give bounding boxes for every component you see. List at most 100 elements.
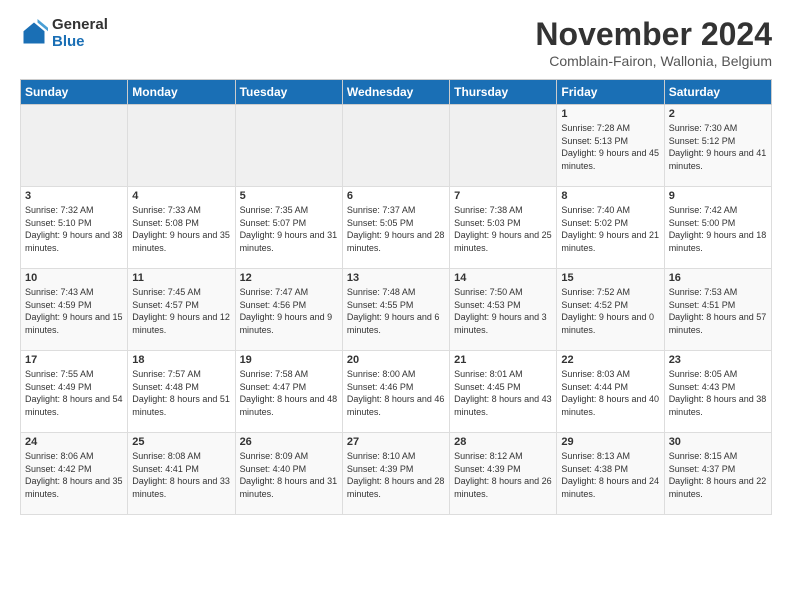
calendar-cell: 9 Sunrise: 7:42 AM Sunset: 5:00 PM Daylig… — [664, 187, 771, 269]
day-number: 17 — [25, 354, 123, 366]
calendar-cell: 8 Sunrise: 7:40 AM Sunset: 5:02 PM Daylig… — [557, 187, 664, 269]
day-info: Sunrise: 7:42 AM Sunset: 5:00 PM Dayligh… — [669, 204, 767, 254]
calendar-cell: 28 Sunrise: 8:12 AM Sunset: 4:39 PM Dayli… — [450, 433, 557, 515]
day-info: Sunrise: 7:50 AM Sunset: 4:53 PM Dayligh… — [454, 286, 552, 336]
calendar-cell: 19Sunrise: 7:58 AM Sunset: 4:47 PM Dayli… — [235, 351, 342, 433]
day-number: 21 — [454, 354, 552, 366]
day-info: Sunrise: 8:08 AM Sunset: 4:41 PM Dayligh… — [132, 450, 230, 500]
calendar-cell: 12 Sunrise: 7:47 AM Sunset: 4:56 PM Dayli… — [235, 269, 342, 351]
day-number: 26 — [240, 436, 338, 448]
day-info: Sunrise: 8:09 AM Sunset: 4:40 PM Dayligh… — [240, 450, 338, 500]
day-number: 8 — [561, 190, 659, 202]
calendar-cell: 16 Sunrise: 7:53 AM Sunset: 4:51 PM Dayli… — [664, 269, 771, 351]
day-info: Sunrise: 7:33 AM Sunset: 5:08 PM Dayligh… — [132, 204, 230, 254]
calendar-cell — [450, 105, 557, 187]
day-number: 1 — [561, 108, 659, 120]
day-number: 16 — [669, 272, 767, 284]
day-number: 9 — [669, 190, 767, 202]
calendar-cell: 3 Sunrise: 7:32 AM Sunset: 5:10 PM Daylig… — [21, 187, 128, 269]
calendar-cell: 24 Sunrise: 8:06 AM Sunset: 4:42 PM Dayli… — [21, 433, 128, 515]
day-number: 13 — [347, 272, 445, 284]
calendar-cell: 5 Sunrise: 7:35 AM Sunset: 5:07 PM Daylig… — [235, 187, 342, 269]
col-wednesday: Wednesday — [342, 80, 449, 105]
calendar-cell: 2 Sunrise: 7:30 AM Sunset: 5:12 PM Daylig… — [664, 105, 771, 187]
day-number: 7 — [454, 190, 552, 202]
day-info: Sunrise: 7:47 AM Sunset: 4:56 PM Dayligh… — [240, 286, 338, 336]
day-info: Sunrise: 7:28 AM Sunset: 5:13 PM Dayligh… — [561, 122, 659, 172]
col-saturday: Saturday — [664, 80, 771, 105]
calendar-header-row: Sunday Monday Tuesday Wednesday Thursday… — [21, 80, 772, 105]
day-number: 18 — [132, 354, 230, 366]
day-info: Sunrise: 8:06 AM Sunset: 4:42 PM Dayligh… — [25, 450, 123, 500]
day-number: 3 — [25, 190, 123, 202]
calendar-cell: 26 Sunrise: 8:09 AM Sunset: 4:40 PM Dayli… — [235, 433, 342, 515]
day-number: 2 — [669, 108, 767, 120]
calendar-cell: 10 Sunrise: 7:43 AM Sunset: 4:59 PM Dayli… — [21, 269, 128, 351]
day-info: Sunrise: 7:32 AM Sunset: 5:10 PM Dayligh… — [25, 204, 123, 254]
calendar-week-row: 3 Sunrise: 7:32 AM Sunset: 5:10 PM Daylig… — [21, 187, 772, 269]
day-number: 12 — [240, 272, 338, 284]
day-info: Sunrise: 7:48 AM Sunset: 4:55 PM Dayligh… — [347, 286, 445, 336]
col-thursday: Thursday — [450, 80, 557, 105]
day-info: Sunrise: 7:57 AM Sunset: 4:48 PM Dayligh… — [132, 368, 230, 418]
header: General Blue November 2024 Comblain-Fair… — [20, 16, 772, 69]
day-info: Sunrise: 8:15 AM Sunset: 4:37 PM Dayligh… — [669, 450, 767, 500]
calendar-cell: 15 Sunrise: 7:52 AM Sunset: 4:52 PM Dayli… — [557, 269, 664, 351]
day-number: 10 — [25, 272, 123, 284]
day-info: Sunrise: 8:12 AM Sunset: 4:39 PM Dayligh… — [454, 450, 552, 500]
day-number: 11 — [132, 272, 230, 284]
day-info: Sunrise: 8:00 AM Sunset: 4:46 PM Dayligh… — [347, 368, 445, 418]
day-info: Sunrise: 7:43 AM Sunset: 4:59 PM Dayligh… — [25, 286, 123, 336]
calendar-cell: 18 Sunrise: 7:57 AM Sunset: 4:48 PM Dayli… — [128, 351, 235, 433]
day-info: Sunrise: 7:53 AM Sunset: 4:51 PM Dayligh… — [669, 286, 767, 336]
day-number: 15 — [561, 272, 659, 284]
day-number: 29 — [561, 436, 659, 448]
calendar-cell: 11 Sunrise: 7:45 AM Sunset: 4:57 PM Dayli… — [128, 269, 235, 351]
day-number: 30 — [669, 436, 767, 448]
calendar-cell: 23Sunrise: 8:05 AM Sunset: 4:43 PM Dayli… — [664, 351, 771, 433]
day-info: Sunrise: 7:30 AM Sunset: 5:12 PM Dayligh… — [669, 122, 767, 172]
day-info: Sunrise: 8:01 AM Sunset: 4:45 PM Dayligh… — [454, 368, 552, 418]
col-tuesday: Tuesday — [235, 80, 342, 105]
calendar-week-row: 24 Sunrise: 8:06 AM Sunset: 4:42 PM Dayli… — [21, 433, 772, 515]
day-info: Sunrise: 7:55 AM Sunset: 4:49 PM Dayligh… — [25, 368, 123, 418]
calendar-cell: 14Sunrise: 7:50 AM Sunset: 4:53 PM Dayli… — [450, 269, 557, 351]
calendar-week-row: 10 Sunrise: 7:43 AM Sunset: 4:59 PM Dayli… — [21, 269, 772, 351]
day-info: Sunrise: 7:45 AM Sunset: 4:57 PM Dayligh… — [132, 286, 230, 336]
calendar-cell: 6Sunrise: 7:37 AM Sunset: 5:05 PM Daylig… — [342, 187, 449, 269]
calendar-cell: 27Sunrise: 8:10 AM Sunset: 4:39 PM Dayli… — [342, 433, 449, 515]
calendar-cell: 30 Sunrise: 8:15 AM Sunset: 4:37 PM Dayli… — [664, 433, 771, 515]
day-info: Sunrise: 8:13 AM Sunset: 4:38 PM Dayligh… — [561, 450, 659, 500]
calendar: Sunday Monday Tuesday Wednesday Thursday… — [20, 79, 772, 515]
day-info: Sunrise: 8:05 AM Sunset: 4:43 PM Dayligh… — [669, 368, 767, 418]
subtitle: Comblain-Fairon, Wallonia, Belgium — [535, 53, 772, 69]
day-number: 28 — [454, 436, 552, 448]
calendar-cell: 25 Sunrise: 8:08 AM Sunset: 4:41 PM Dayli… — [128, 433, 235, 515]
calendar-week-row: 17 Sunrise: 7:55 AM Sunset: 4:49 PM Dayli… — [21, 351, 772, 433]
day-number: 22 — [561, 354, 659, 366]
day-info: Sunrise: 7:40 AM Sunset: 5:02 PM Dayligh… — [561, 204, 659, 254]
calendar-cell — [235, 105, 342, 187]
calendar-cell: 4 Sunrise: 7:33 AM Sunset: 5:08 PM Daylig… — [128, 187, 235, 269]
calendar-week-row: 1 Sunrise: 7:28 AM Sunset: 5:13 PM Daylig… — [21, 105, 772, 187]
calendar-cell — [342, 105, 449, 187]
day-number: 25 — [132, 436, 230, 448]
calendar-cell: 1 Sunrise: 7:28 AM Sunset: 5:13 PM Daylig… — [557, 105, 664, 187]
day-number: 5 — [240, 190, 338, 202]
calendar-cell — [128, 105, 235, 187]
day-info: Sunrise: 8:03 AM Sunset: 4:44 PM Dayligh… — [561, 368, 659, 418]
col-friday: Friday — [557, 80, 664, 105]
day-info: Sunrise: 7:37 AM Sunset: 5:05 PM Dayligh… — [347, 204, 445, 254]
page: General Blue November 2024 Comblain-Fair… — [0, 0, 792, 612]
month-title: November 2024 — [535, 16, 772, 53]
day-info: Sunrise: 7:35 AM Sunset: 5:07 PM Dayligh… — [240, 204, 338, 254]
day-number: 19 — [240, 354, 338, 366]
day-number: 4 — [132, 190, 230, 202]
day-info: Sunrise: 7:52 AM Sunset: 4:52 PM Dayligh… — [561, 286, 659, 336]
title-block: November 2024 Comblain-Fairon, Wallonia,… — [535, 16, 772, 69]
day-info: Sunrise: 8:10 AM Sunset: 4:39 PM Dayligh… — [347, 450, 445, 500]
day-number: 24 — [25, 436, 123, 448]
col-sunday: Sunday — [21, 80, 128, 105]
col-monday: Monday — [128, 80, 235, 105]
logo-text: General Blue — [52, 16, 108, 50]
